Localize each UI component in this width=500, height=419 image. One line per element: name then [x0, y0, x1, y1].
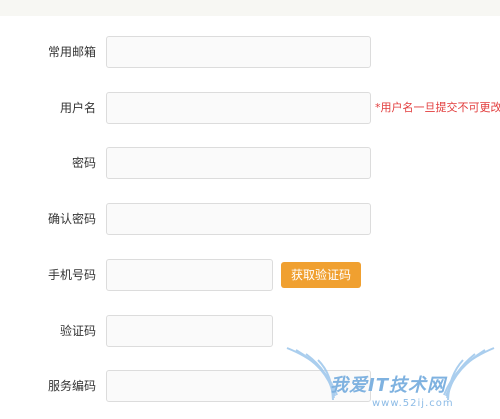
email-row: 常用邮箱 [0, 36, 500, 72]
phone-row: 手机号码 获取验证码 [0, 259, 500, 295]
username-row: 用户名 *用户名一旦提交不可更改 [0, 92, 500, 128]
password-field[interactable] [106, 147, 371, 179]
watermark-url: www.52ij.com [372, 398, 454, 409]
confirm-password-label: 确认密码 [47, 212, 96, 226]
username-hint: *用户名一旦提交不可更改 [375, 101, 500, 114]
email-field[interactable] [106, 36, 371, 68]
username-label: 用户名 [59, 101, 96, 115]
get-code-button[interactable]: 获取验证码 [281, 262, 361, 288]
verification-code-field[interactable] [106, 315, 273, 347]
verification-code-label: 验证码 [59, 324, 96, 338]
service-code-label: 服务编码 [47, 379, 96, 393]
password-label: 密码 [71, 156, 96, 170]
confirm-password-field[interactable] [106, 203, 371, 235]
username-field[interactable] [106, 92, 371, 124]
watermark-text: 我爱IT技术网 [330, 375, 446, 396]
confirm-password-row: 确认密码 [0, 203, 500, 239]
email-label: 常用邮箱 [47, 45, 96, 59]
password-row: 密码 [0, 147, 500, 183]
phone-label: 手机号码 [47, 268, 96, 282]
phone-field[interactable] [106, 259, 273, 291]
top-band [0, 0, 500, 16]
